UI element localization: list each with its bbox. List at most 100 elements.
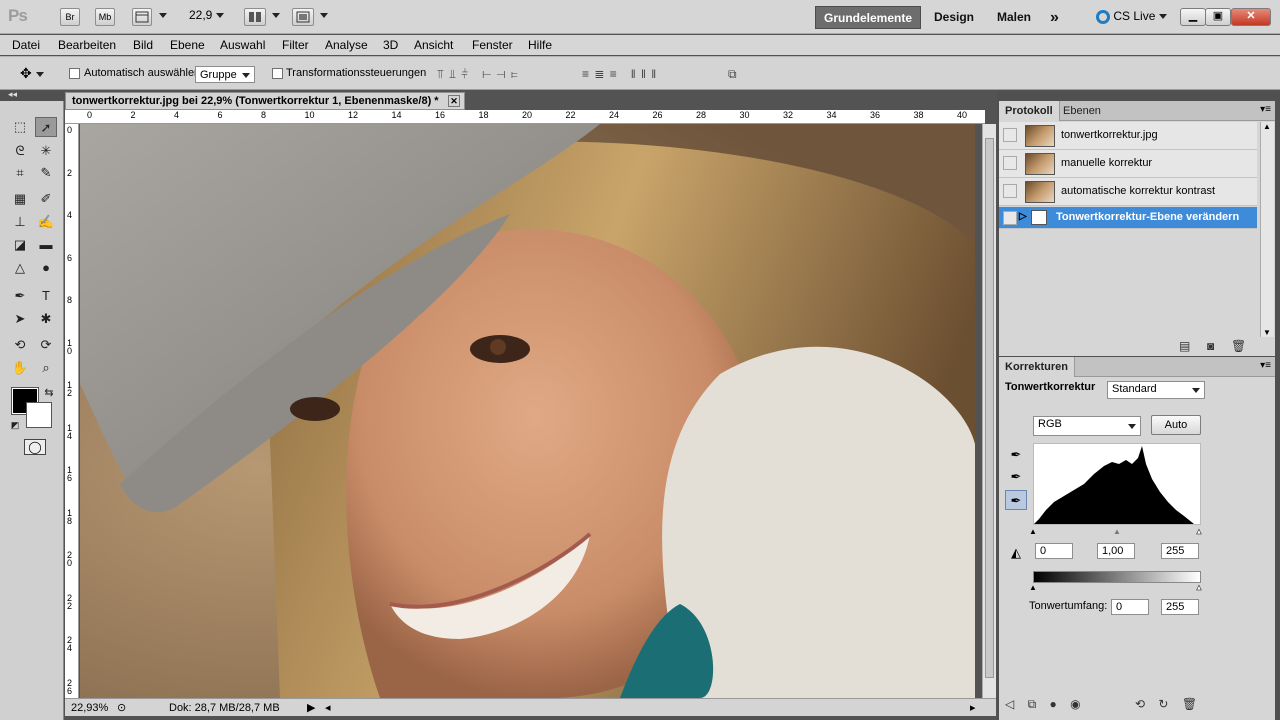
- pen-tool[interactable]: ✒: [9, 286, 31, 306]
- healing-brush-tool[interactable]: ▦: [9, 189, 31, 209]
- screen-mode-button[interactable]: [292, 8, 314, 26]
- channel-dropdown[interactable]: RGB: [1033, 416, 1141, 436]
- history-item-selected[interactable]: ▷ Tonwertkorrektur-Ebene verändern: [999, 207, 1257, 229]
- clone-stamp-tool[interactable]: ⊥: [9, 212, 31, 232]
- clipping-display-button[interactable]: ◭: [1005, 543, 1027, 563]
- screen-mode-dropdown[interactable]: [316, 8, 328, 22]
- arrange-dropdown[interactable]: [268, 8, 280, 22]
- hscroll-right-arrow[interactable]: ▸: [970, 701, 976, 714]
- lasso-tool[interactable]: ᘓ: [9, 141, 31, 161]
- menu-datei[interactable]: Datei: [12, 38, 40, 52]
- workspace-grundelemente[interactable]: Grundelemente: [815, 6, 922, 29]
- output-white-slider[interactable]: ▲: [1195, 583, 1203, 593]
- document-tab[interactable]: tonwertkorrektur.jpg bei 22,9% (Tonwertk…: [65, 92, 465, 110]
- snapshot-source-box[interactable]: [1003, 156, 1017, 170]
- zoom-dropdown[interactable]: 22,9: [189, 8, 225, 22]
- maximize-button[interactable]: ▣: [1205, 8, 1231, 26]
- auto-button[interactable]: Auto: [1151, 415, 1201, 435]
- snapshot-source-box[interactable]: [1003, 211, 1017, 225]
- gray-point-eyedropper[interactable]: ✒: [1005, 467, 1027, 487]
- crop-tool[interactable]: ⌗: [9, 163, 31, 183]
- cs-live-menu[interactable]: CS Live: [1096, 9, 1168, 24]
- history-item[interactable]: manuelle korrektur: [999, 150, 1257, 178]
- hand-tool[interactable]: ✋: [9, 358, 31, 378]
- history-brush-tool[interactable]: ✍: [35, 212, 57, 232]
- input-levels-slider[interactable]: ▲ ▲ ▲: [1029, 527, 1203, 537]
- input-gamma-field[interactable]: 1,00: [1097, 543, 1135, 559]
- quick-mask-button[interactable]: ◯: [24, 439, 46, 455]
- bridge-button[interactable]: Br: [60, 8, 80, 26]
- brush-tool[interactable]: ✐: [35, 189, 57, 209]
- move-tool[interactable]: ➚: [35, 117, 57, 137]
- transform-controls-checkbox[interactable]: [272, 68, 283, 79]
- menu-bild[interactable]: Bild: [133, 38, 153, 52]
- menu-filter[interactable]: Filter: [282, 38, 309, 52]
- arrange-documents-button[interactable]: [244, 8, 266, 26]
- history-item[interactable]: automatische korrektur kontrast: [999, 178, 1257, 206]
- dodge-tool[interactable]: ●: [35, 258, 57, 278]
- view-extras-button[interactable]: [132, 8, 152, 26]
- menu-hilfe[interactable]: Hilfe: [528, 38, 552, 52]
- status-zoom[interactable]: 22,93%: [71, 702, 108, 714]
- mini-bridge-button[interactable]: Mb: [95, 8, 115, 26]
- adjustments-footer-buttons[interactable]: ◁ ⧉ ● ◉: [1005, 697, 1081, 712]
- tab-protokoll[interactable]: Protokoll: [999, 101, 1060, 121]
- panel-menu-icon[interactable]: ▾≡: [1260, 104, 1271, 115]
- hscroll-left-arrow[interactable]: ◂: [325, 701, 331, 714]
- close-button[interactable]: ✕: [1231, 8, 1271, 26]
- menu-analyse[interactable]: Analyse: [325, 38, 368, 52]
- preset-dropdown[interactable]: Standard: [1107, 381, 1205, 399]
- blur-tool[interactable]: △: [9, 258, 31, 278]
- zoom-tool[interactable]: ⌕: [35, 358, 57, 378]
- close-document-button[interactable]: ✕: [448, 95, 460, 107]
- white-point-slider[interactable]: ▲: [1195, 527, 1203, 537]
- align-buttons[interactable]: ⫪ ⫫ ⫩ ⊢ ⊣ ⊨: [437, 67, 519, 82]
- menu-fenster[interactable]: Fenster: [472, 38, 513, 52]
- white-point-eyedropper[interactable]: ✒: [1005, 490, 1027, 510]
- tab-korrekturen[interactable]: Korrekturen: [999, 357, 1075, 377]
- auto-select-dropdown[interactable]: Gruppe: [195, 66, 255, 83]
- type-tool[interactable]: T: [35, 286, 57, 306]
- path-selection-tool[interactable]: ➤: [9, 309, 31, 329]
- menu-3d[interactable]: 3D: [383, 38, 398, 52]
- gamma-slider[interactable]: ▲: [1113, 527, 1121, 536]
- menu-ansicht[interactable]: Ansicht: [414, 38, 453, 52]
- workspace-malen[interactable]: Malen: [989, 6, 1039, 29]
- gradient-tool[interactable]: ▬: [35, 235, 57, 255]
- workspace-design[interactable]: Design: [926, 6, 982, 29]
- scroll-down-icon[interactable]: ▼: [1263, 328, 1271, 337]
- status-info-icon[interactable]: ⊙: [117, 701, 126, 714]
- custom-shape-tool[interactable]: ✱: [35, 309, 57, 329]
- history-footer-buttons[interactable]: ▤ ◙ 🗑: [1179, 339, 1246, 353]
- distribute-buttons[interactable]: ≡ ≣ ≡ ‖ ‖ ‖: [582, 67, 657, 81]
- menu-ebene[interactable]: Ebene: [170, 38, 205, 52]
- marquee-tool[interactable]: ⬚: [9, 117, 31, 137]
- image-canvas[interactable]: [80, 124, 975, 698]
- eyedropper-tool[interactable]: ✎: [35, 163, 57, 183]
- scroll-up-icon[interactable]: ▲: [1263, 122, 1271, 131]
- scrollbar-thumb[interactable]: [985, 138, 994, 678]
- history-item[interactable]: tonwertkorrektur.jpg: [999, 122, 1257, 150]
- minimize-button[interactable]: ▁: [1180, 8, 1206, 26]
- more-workspaces-button[interactable]: »: [1042, 6, 1067, 29]
- magic-wand-tool[interactable]: ✳: [35, 141, 57, 161]
- background-color-swatch[interactable]: [26, 402, 52, 428]
- black-point-eyedropper[interactable]: ✒: [1005, 445, 1027, 465]
- black-point-slider[interactable]: ▲: [1029, 527, 1037, 536]
- status-menu-arrow[interactable]: ▶: [307, 701, 315, 714]
- menu-auswahl[interactable]: Auswahl: [220, 38, 265, 52]
- input-black-field[interactable]: 0: [1035, 543, 1073, 559]
- output-white-field[interactable]: 255: [1161, 599, 1199, 615]
- tools-collapse-bar[interactable]: ◂◂: [0, 89, 64, 101]
- 3d-rotate-tool[interactable]: ⟲: [9, 335, 31, 355]
- swap-colors-button[interactable]: ⇆: [38, 383, 60, 403]
- adjustments-footer-right[interactable]: ⟲ ↻ 🗑: [1135, 697, 1197, 711]
- default-colors-button[interactable]: ◩: [4, 415, 26, 435]
- history-scrollbar[interactable]: ▲ ▼: [1260, 122, 1274, 337]
- output-black-slider[interactable]: ▲: [1029, 583, 1037, 592]
- move-tool-preset[interactable]: ✥: [20, 65, 44, 82]
- tab-ebenen[interactable]: Ebenen: [1057, 101, 1107, 121]
- 3d-orbit-tool[interactable]: ⟳: [35, 335, 57, 355]
- eraser-tool[interactable]: ◪: [9, 235, 31, 255]
- view-extras-dropdown[interactable]: [155, 8, 167, 22]
